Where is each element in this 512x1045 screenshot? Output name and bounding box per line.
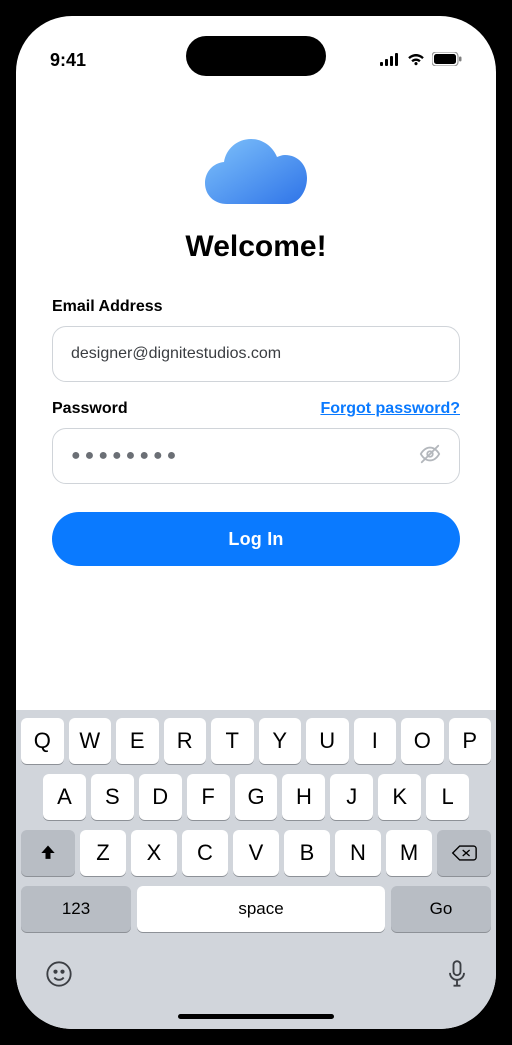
wifi-icon: [406, 50, 426, 71]
keyboard-row-3: ZXCVBNM: [21, 830, 491, 876]
key-b[interactable]: B: [284, 830, 330, 876]
key-w[interactable]: W: [69, 718, 112, 764]
email-block: Email Address designer@dignitestudios.co…: [52, 298, 460, 382]
key-a[interactable]: A: [43, 774, 86, 820]
key-k[interactable]: K: [378, 774, 421, 820]
key-r[interactable]: R: [164, 718, 207, 764]
key-i[interactable]: I: [354, 718, 397, 764]
home-indicator[interactable]: [178, 1014, 334, 1019]
key-u[interactable]: U: [306, 718, 349, 764]
password-mask: ●●●●●●●●: [71, 447, 180, 465]
mic-icon[interactable]: [447, 960, 467, 993]
status-right: [380, 50, 462, 71]
key-e[interactable]: E: [116, 718, 159, 764]
key-q[interactable]: Q: [21, 718, 64, 764]
battery-icon: [432, 50, 462, 71]
key-t[interactable]: T: [211, 718, 254, 764]
key-x[interactable]: X: [131, 830, 177, 876]
forgot-password-link[interactable]: Forgot password?: [320, 400, 460, 418]
key-d[interactable]: D: [139, 774, 182, 820]
email-value: designer@dignitestudios.com: [71, 345, 281, 363]
keyboard-row-1: QWERTYUIOP: [21, 718, 491, 764]
password-label: Password: [52, 400, 128, 418]
screen: 9:41: [16, 16, 496, 1029]
email-field[interactable]: designer@dignitestudios.com: [52, 326, 460, 382]
backspace-key[interactable]: [437, 830, 491, 876]
key-c[interactable]: C: [182, 830, 228, 876]
key-o[interactable]: O: [401, 718, 444, 764]
keyboard-row-bottom: 123 space Go: [21, 886, 491, 932]
keyboard: QWERTYUIOP ASDFGHJKL ZXCVBNM 123 space G…: [16, 710, 496, 1029]
key-v[interactable]: V: [233, 830, 279, 876]
shift-key[interactable]: [21, 830, 75, 876]
dynamic-island: [186, 36, 326, 76]
cellular-icon: [380, 50, 400, 71]
eye-off-icon[interactable]: [419, 443, 441, 470]
key-f[interactable]: F: [187, 774, 230, 820]
password-field[interactable]: ●●●●●●●●: [52, 428, 460, 484]
phone-frame: 9:41: [0, 0, 512, 1045]
emoji-icon[interactable]: [45, 960, 73, 993]
keyboard-footer: [21, 942, 491, 993]
go-key[interactable]: Go: [391, 886, 491, 932]
cloud-icon: [201, 134, 311, 208]
key-h[interactable]: H: [282, 774, 325, 820]
key-g[interactable]: G: [235, 774, 278, 820]
key-s[interactable]: S: [91, 774, 134, 820]
login-button[interactable]: Log In: [52, 512, 460, 566]
key-y[interactable]: Y: [259, 718, 302, 764]
keyboard-row-2: ASDFGHJKL: [21, 774, 491, 820]
status-time: 9:41: [50, 50, 86, 71]
switch-numeric-key[interactable]: 123: [21, 886, 131, 932]
login-content: Welcome! Email Address designer@dignites…: [16, 76, 496, 566]
page-title: Welcome!: [185, 230, 326, 264]
space-key[interactable]: space: [137, 886, 385, 932]
password-block: Password Forgot password? ●●●●●●●●: [52, 400, 460, 484]
key-p[interactable]: P: [449, 718, 492, 764]
key-j[interactable]: J: [330, 774, 373, 820]
key-z[interactable]: Z: [80, 830, 126, 876]
key-m[interactable]: M: [386, 830, 432, 876]
key-l[interactable]: L: [426, 774, 469, 820]
key-n[interactable]: N: [335, 830, 381, 876]
email-label: Email Address: [52, 298, 163, 316]
